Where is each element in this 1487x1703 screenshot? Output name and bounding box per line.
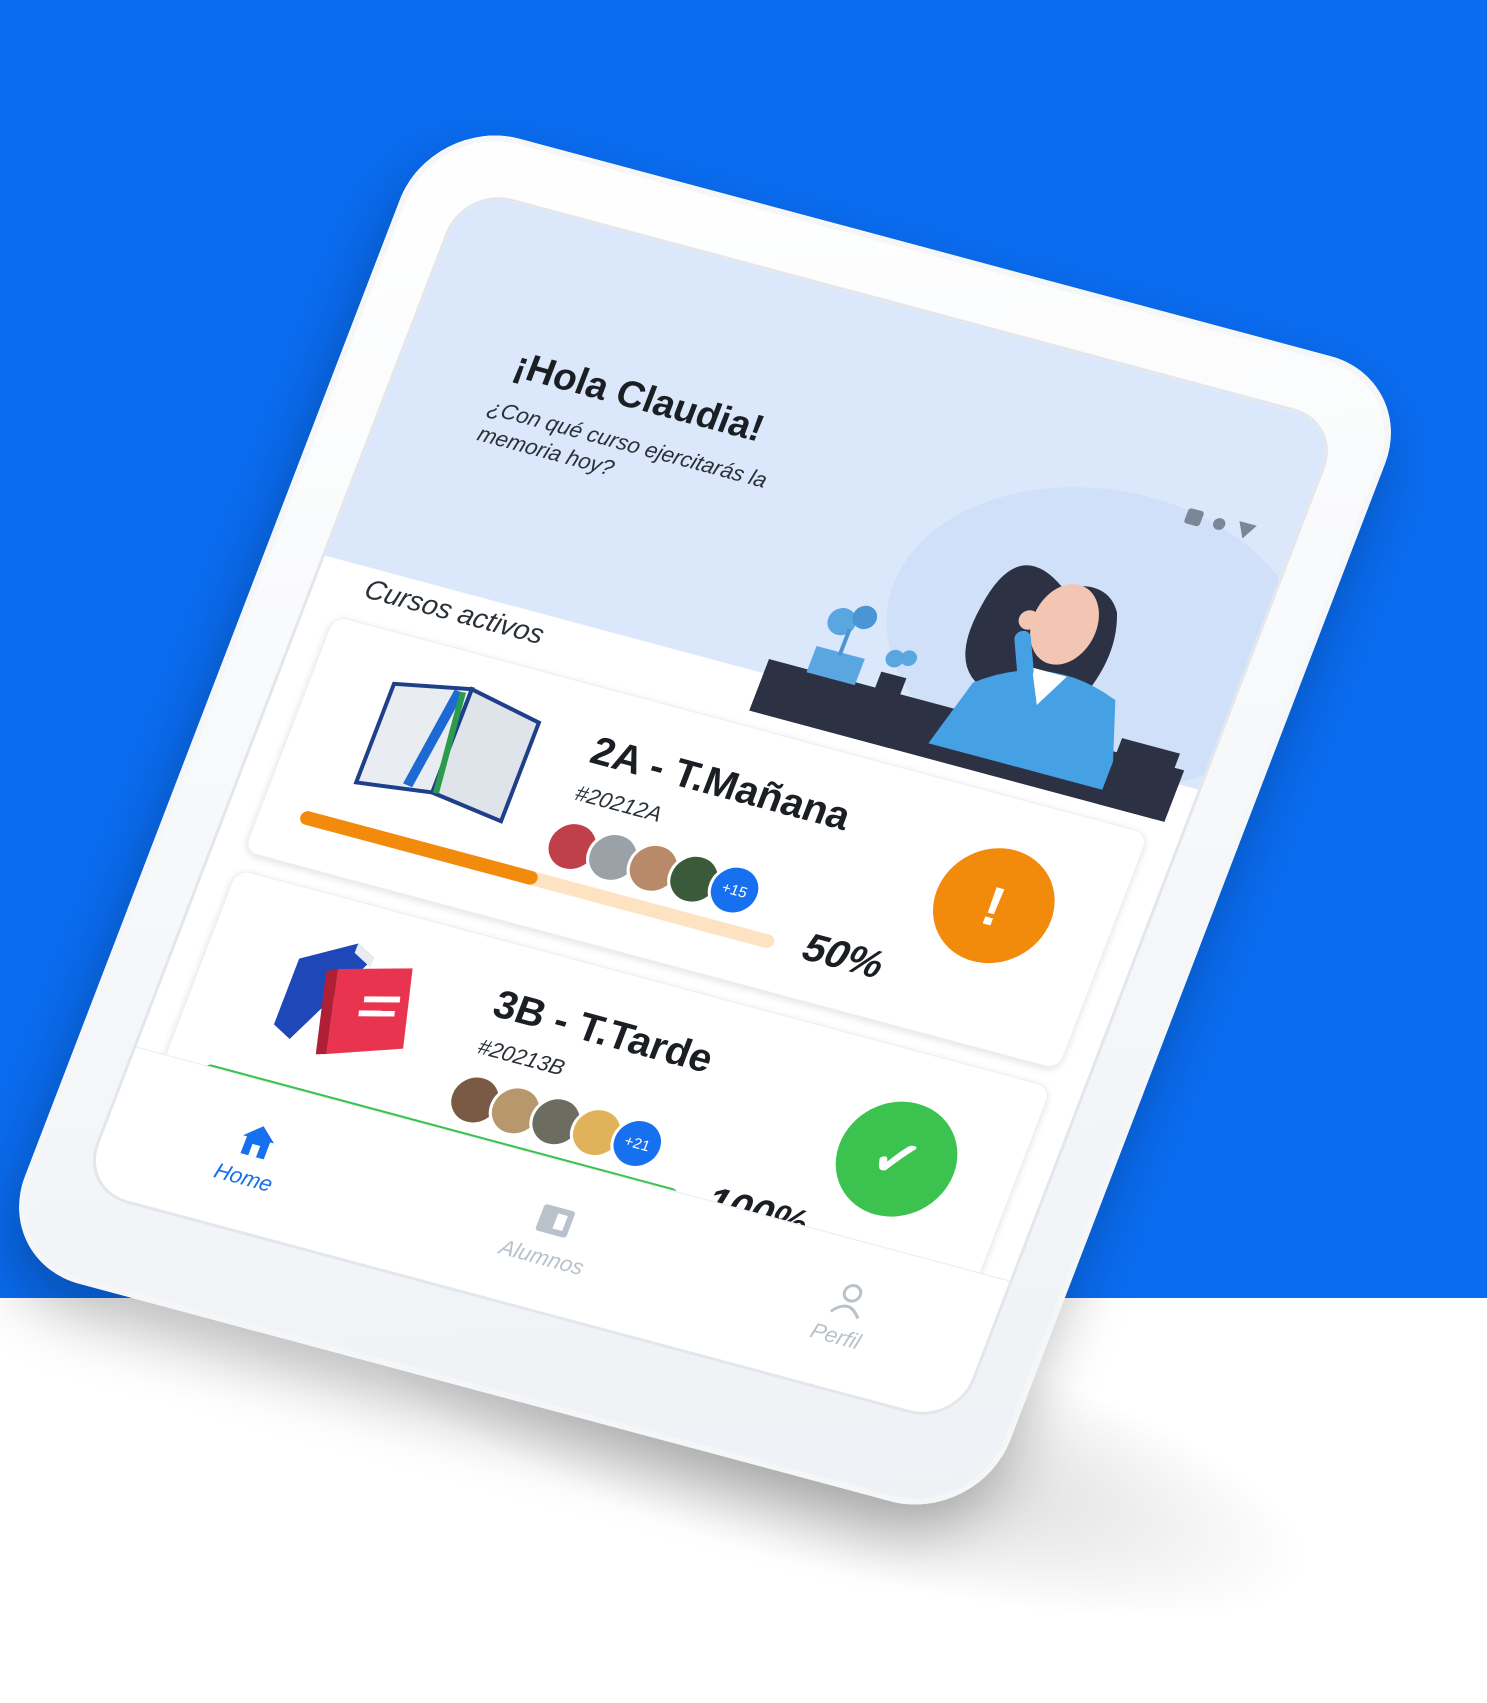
nav-label: Alumnos [495, 1234, 588, 1280]
home-icon [240, 1126, 274, 1160]
nav-label: Perfil [807, 1317, 865, 1355]
open-book-icon [353, 681, 542, 824]
books-stack-icon [273, 943, 413, 1055]
nav-perfil[interactable]: Perfil [807, 1275, 881, 1356]
warning-status-icon[interactable]: ! [915, 835, 1073, 977]
progress-percent: 50% [796, 925, 890, 988]
course-name: 2A - T.Mañana [584, 728, 857, 839]
dot-icon [1211, 516, 1228, 532]
nav-home[interactable]: Home [210, 1115, 293, 1198]
check-status-icon[interactable]: ✓ [818, 1088, 975, 1230]
students-icon [536, 1204, 576, 1238]
nav-alumnos[interactable]: Alumnos [496, 1191, 605, 1281]
profile-icon [829, 1283, 862, 1320]
